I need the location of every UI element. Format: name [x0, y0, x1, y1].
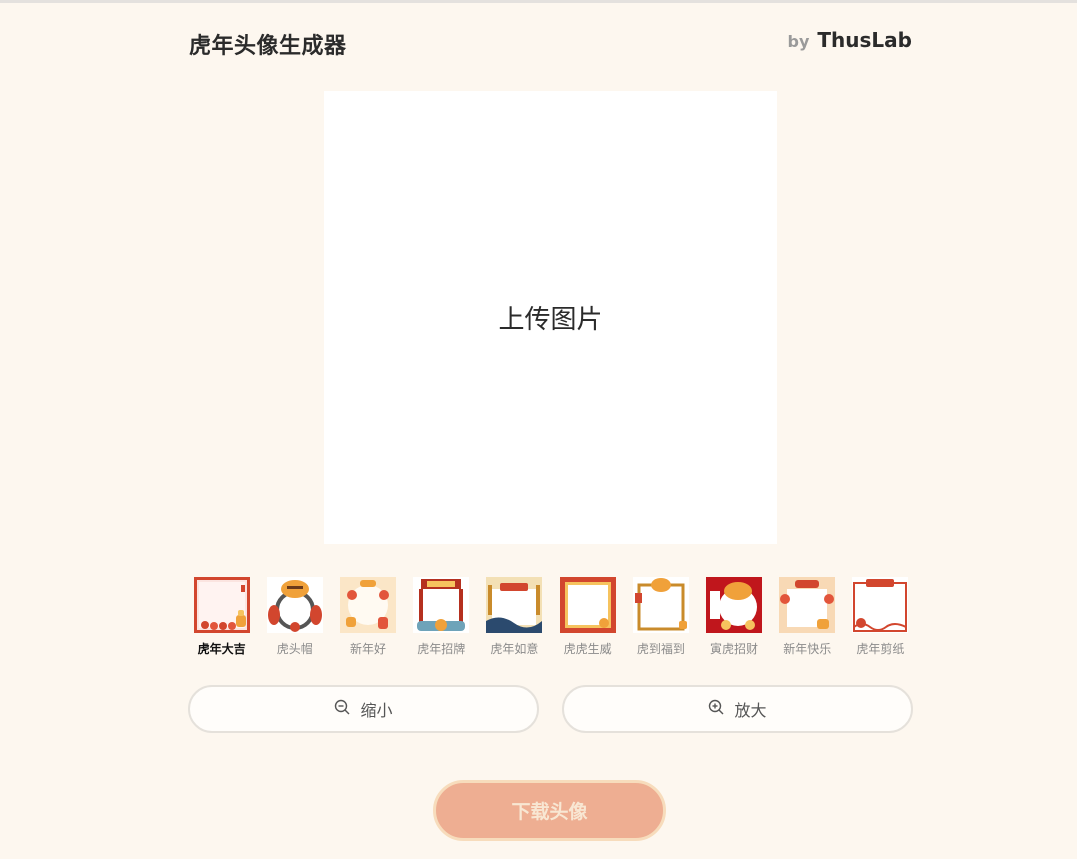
frame-option-hutou-mao[interactable]: 虎头帽 [258, 577, 331, 657]
frame-option-yinhu-zhaocai[interactable]: 寅虎招财 [697, 577, 770, 657]
frame-hunian-zhaopai-icon[interactable] [413, 577, 470, 633]
frame-label: 虎头帽 [276, 642, 313, 656]
frame-hunian-ruyi-icon[interactable] [486, 577, 543, 633]
frame-label: 虎年大吉 [197, 642, 246, 656]
frame-label: 虎年招牌 [417, 642, 466, 656]
avatar-canvas[interactable]: 上传图片 [324, 91, 777, 544]
frame-label: 虎虎生威 [563, 642, 612, 656]
download-label: 下载头像 [511, 801, 588, 823]
frame-option-hunian-jianzhi[interactable]: 虎年剪纸 [844, 577, 917, 657]
frame-option-hunian-ruyi[interactable]: 虎年如意 [478, 577, 551, 657]
frame-hunian-daji-icon[interactable] [193, 577, 250, 633]
frame-xinnian-kuaile-icon[interactable] [779, 577, 836, 633]
frame-option-hunian-zhaopai[interactable]: 虎年招牌 [405, 577, 478, 657]
frame-option-huhu-shengwei[interactable]: 虎虎生威 [551, 577, 624, 657]
frame-hudao-fudao-icon[interactable] [632, 577, 689, 633]
zoom-out-icon [334, 699, 350, 719]
page-title: 虎年头像生成器 [189, 34, 347, 59]
frame-xinnian-hao-icon[interactable] [340, 577, 396, 633]
frame-hunian-jianzhi-icon[interactable] [852, 577, 909, 633]
frame-label: 虎年剪纸 [856, 642, 905, 656]
zoom-in-label: 放大 [734, 701, 767, 720]
brand: by ThusLab [788, 28, 912, 52]
top-divider [0, 0, 1077, 3]
frame-yinhu-zhaocai-icon[interactable] [706, 577, 763, 633]
frame-option-xinnian-kuaile[interactable]: 新年快乐 [771, 577, 844, 657]
frame-option-xinnian-hao[interactable]: 新年好 [331, 577, 404, 657]
zoom-controls: 缩小 放大 [188, 685, 913, 733]
frame-label: 虎年如意 [490, 642, 539, 656]
zoom-out-button[interactable]: 缩小 [188, 685, 539, 733]
frame-label: 新年快乐 [783, 642, 832, 656]
frame-label: 虎到福到 [636, 642, 685, 656]
frame-selector: 虎年大吉 虎头帽 新年好 虎年招牌 虎年如意 虎虎生威 虎到福到 寅虎招财 新年… [185, 577, 917, 657]
frame-option-hunian-daji[interactable]: 虎年大吉 [185, 577, 258, 657]
zoom-in-icon [708, 699, 724, 719]
frame-hutou-mao-icon[interactable] [266, 577, 323, 633]
zoom-out-label: 缩小 [360, 701, 393, 720]
frame-huhu-shengwei-icon[interactable] [559, 577, 616, 633]
zoom-in-button[interactable]: 放大 [562, 685, 913, 733]
upload-image-label[interactable]: 上传图片 [498, 299, 602, 336]
download-avatar-button[interactable]: 下载头像 [433, 780, 666, 841]
frame-option-hudao-fudao[interactable]: 虎到福到 [624, 577, 697, 657]
brand-name: ThusLab [817, 28, 912, 52]
frame-label: 寅虎招财 [710, 642, 759, 656]
brand-by: by [787, 32, 810, 51]
frame-label: 新年好 [350, 642, 387, 656]
